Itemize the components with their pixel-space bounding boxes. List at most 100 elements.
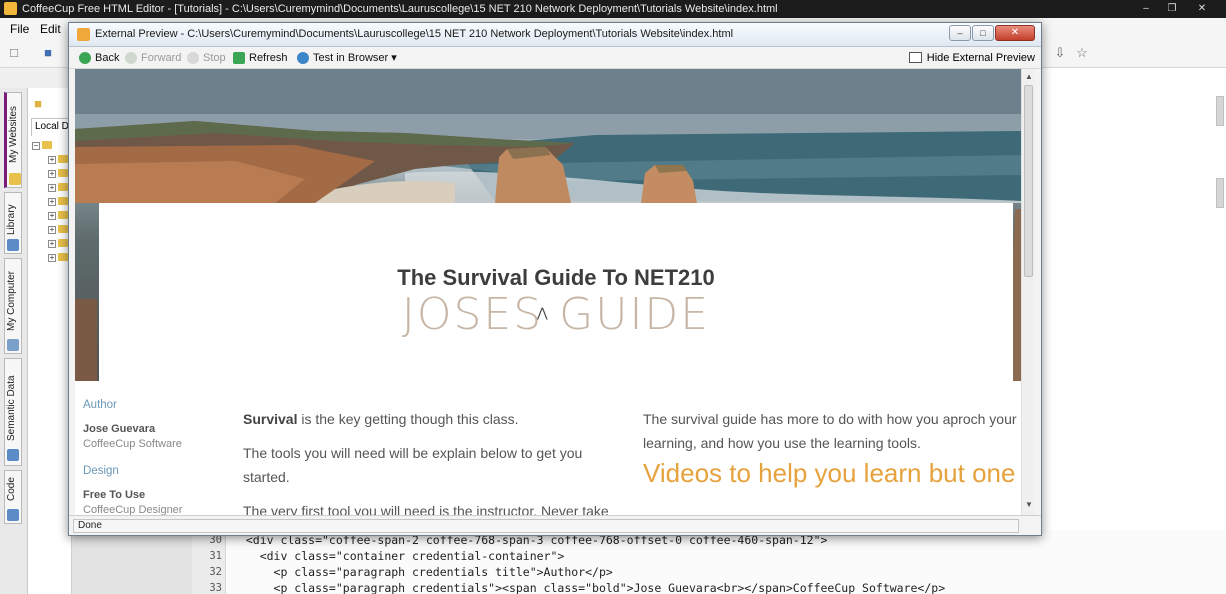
- right-text-column: The survival guide has more to do with h…: [643, 381, 1021, 515]
- scrollbar-thumb[interactable]: [1024, 85, 1033, 277]
- code-line[interactable]: <p class="paragraph credentials"><span c…: [232, 581, 946, 594]
- dropdown-arrow-icon: ▾: [388, 52, 397, 64]
- forward-arrow-icon: [125, 52, 137, 64]
- file-panel: ■ Local Di − + + + + + + + +: [28, 88, 72, 594]
- side-tab-label: My Computer: [6, 270, 17, 331]
- menu-edit[interactable]: Edit: [40, 22, 61, 36]
- external-preview-window: External Preview - C:\Users\Curemymind\D…: [68, 22, 1042, 536]
- refresh-label: Refresh: [249, 52, 288, 64]
- app-title: CoffeeCup Free HTML Editor - [Tutorials]…: [22, 3, 778, 15]
- refresh-icon: [233, 52, 245, 64]
- tree-item[interactable]: +: [48, 196, 68, 208]
- preview-vertical-scrollbar[interactable]: ▲ ▼: [1021, 69, 1035, 515]
- preview-title: External Preview - C:\Users\Curemymind\D…: [95, 28, 734, 40]
- expand-icon[interactable]: +: [48, 226, 56, 234]
- folder-icon: [58, 239, 68, 247]
- scrollbar-thumb[interactable]: [1216, 96, 1224, 126]
- scrollbar-thumb[interactable]: [1216, 178, 1224, 208]
- websites-icon: [9, 173, 21, 185]
- side-tab-code[interactable]: Code: [4, 470, 22, 524]
- author-company: CoffeeCup Software: [83, 438, 182, 450]
- maximize-icon[interactable]: □: [972, 25, 994, 41]
- code-line[interactable]: <p class="paragraph credentials title">A…: [232, 565, 613, 579]
- open-folder-icon[interactable]: ■: [30, 96, 46, 112]
- side-tab-label: My Websites: [8, 105, 19, 163]
- side-tab-strip: My Websites Library My Computer Semantic…: [0, 88, 28, 594]
- expand-icon[interactable]: +: [48, 212, 56, 220]
- status-text: Done: [73, 519, 1019, 533]
- design-title: Design: [83, 465, 119, 477]
- globe-icon: [297, 52, 309, 64]
- minimize-icon[interactable]: –: [949, 25, 971, 41]
- folder-icon: [42, 141, 52, 149]
- expand-icon[interactable]: +: [48, 156, 56, 164]
- code-editor[interactable]: 30 31 32 33 <div class="coffee-span-2 co…: [192, 530, 1226, 594]
- preview-viewport[interactable]: The Survival Guide To NET210 JOSES GUIDE…: [75, 69, 1021, 515]
- save-icon[interactable]: ■: [40, 45, 56, 61]
- intro-text-column: Survival is the key getting though this …: [243, 381, 633, 515]
- preview-app-icon: [77, 28, 90, 41]
- collapse-icon[interactable]: −: [32, 142, 40, 150]
- menu-file[interactable]: File: [10, 22, 29, 36]
- preview-toolbar: Back Forward Stop Refresh Test in Browse…: [69, 47, 1041, 69]
- line-number: 31: [209, 550, 222, 562]
- restore-icon[interactable]: ❐: [1160, 2, 1184, 15]
- tree-root[interactable]: −: [32, 140, 52, 152]
- semantic-data-icon: [7, 449, 19, 461]
- scroll-down-icon[interactable]: ▼: [1024, 499, 1034, 511]
- test-in-browser-label: Test in Browser: [313, 52, 389, 64]
- line-number: 33: [209, 582, 222, 594]
- videos-heading: Videos to help you learn but one must be…: [643, 458, 1021, 488]
- tree-item[interactable]: +: [48, 252, 68, 264]
- expand-icon[interactable]: +: [48, 184, 56, 192]
- back-button[interactable]: Back: [79, 50, 119, 66]
- tree-item[interactable]: +: [48, 224, 68, 236]
- folder-icon: [58, 197, 68, 205]
- test-in-browser-button[interactable]: Test in Browser ▾: [297, 50, 397, 66]
- intro-card: The Survival Guide To NET210 JOSES GUIDE…: [99, 203, 1013, 381]
- expand-icon[interactable]: +: [48, 240, 56, 248]
- scroll-up-icon[interactable]: ▲: [1024, 71, 1034, 83]
- tree-item[interactable]: +: [48, 182, 68, 194]
- stop-button[interactable]: Stop: [187, 50, 226, 66]
- minimize-icon[interactable]: –: [1134, 2, 1158, 15]
- text-cursor-icon: ⋀: [537, 305, 548, 320]
- expand-icon[interactable]: +: [48, 198, 56, 206]
- close-icon[interactable]: ✕: [1190, 2, 1214, 15]
- download-icon[interactable]: ⇩: [1052, 45, 1068, 61]
- hide-external-preview-button[interactable]: Hide External Preview: [908, 50, 1035, 66]
- paragraph-approach: The survival guide has more to do with h…: [643, 411, 1017, 451]
- library-icon: [7, 239, 19, 251]
- preview-statusbar: Done: [69, 515, 1041, 535]
- design-company: CoffeeCup Designer: [83, 504, 183, 515]
- expand-icon[interactable]: +: [48, 170, 56, 178]
- bookmark-icon[interactable]: ☆: [1074, 45, 1090, 61]
- expand-icon[interactable]: +: [48, 254, 56, 262]
- back-arrow-icon: [79, 52, 91, 64]
- side-tab-library[interactable]: Library: [4, 192, 22, 254]
- survival-bold: Survival: [243, 411, 298, 427]
- paragraph-tools: The tools you will need will be explain …: [243, 445, 583, 485]
- paragraph-survival: Survival is the key getting though this …: [243, 407, 628, 431]
- new-file-icon[interactable]: □: [6, 45, 22, 61]
- survival-rest: is the key getting though this class.: [297, 411, 519, 427]
- hide-preview-label: Hide External Preview: [926, 52, 1035, 64]
- tree-item[interactable]: +: [48, 154, 68, 166]
- side-tab-my-computer[interactable]: My Computer: [4, 258, 22, 354]
- author-name: Jose Guevara: [83, 423, 156, 435]
- tree-item[interactable]: +: [48, 210, 68, 222]
- local-directory-tab[interactable]: Local Di: [31, 118, 71, 136]
- preview-titlebar[interactable]: External Preview - C:\Users\Curemymind\D…: [69, 23, 1041, 47]
- side-tab-semantic-data[interactable]: Semantic Data: [4, 358, 22, 466]
- tree-item[interactable]: +: [48, 238, 68, 250]
- side-tab-my-websites[interactable]: My Websites: [4, 92, 22, 188]
- code-line[interactable]: <div class="container credential-contain…: [232, 549, 565, 563]
- back-label: Back: [95, 52, 120, 64]
- app-titlebar: CoffeeCup Free HTML Editor - [Tutorials]…: [0, 0, 1226, 18]
- coffeecup-app-icon: [4, 2, 17, 15]
- close-icon[interactable]: ✕: [995, 25, 1035, 41]
- folder-icon: [58, 225, 68, 233]
- forward-button[interactable]: Forward: [125, 50, 181, 66]
- refresh-button[interactable]: Refresh: [233, 50, 288, 66]
- tree-item[interactable]: +: [48, 168, 68, 180]
